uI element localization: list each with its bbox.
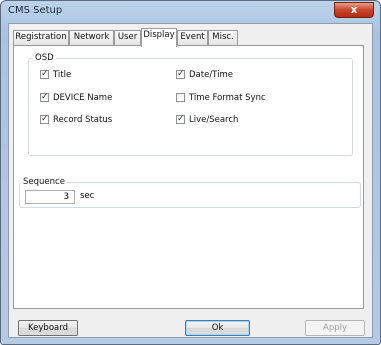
time-format-sync-check-icon bbox=[176, 93, 185, 102]
display-tab-panel: OSD Title Date/Time DEVICE Name Time For… bbox=[13, 45, 364, 309]
window-title: CMS Setup bbox=[8, 5, 63, 16]
close-icon: x bbox=[350, 3, 358, 16]
osd-group: OSD Title Date/Time DEVICE Name Time For… bbox=[28, 53, 353, 156]
record-status-label: Record Status bbox=[53, 115, 113, 125]
title-label: Title bbox=[53, 70, 72, 80]
tab-event[interactable]: Event bbox=[177, 30, 208, 45]
close-button[interactable]: x bbox=[334, 2, 374, 18]
device-name-check-icon bbox=[40, 92, 49, 103]
dialog-client-area: Registration Network User Display Event … bbox=[8, 23, 373, 338]
title-check-icon bbox=[40, 69, 49, 80]
sequence-group: Sequence 3 sec bbox=[19, 177, 361, 208]
time-format-sync-label: Time Format Sync bbox=[189, 93, 266, 103]
record-status-check-icon bbox=[40, 114, 49, 125]
device-name-label: DEVICE Name bbox=[53, 93, 113, 103]
sequence-input[interactable]: 3 bbox=[25, 190, 75, 204]
live-search-label: Live/Search bbox=[189, 115, 239, 125]
date-time-check-icon bbox=[176, 69, 185, 80]
keyboard-button[interactable]: Keyboard bbox=[18, 320, 78, 336]
apply-button[interactable]: Apply bbox=[305, 320, 365, 336]
sequence-legend: Sequence bbox=[21, 177, 67, 187]
cms-setup-window: CMS Setup x Registration Network User Di… bbox=[0, 0, 381, 345]
tab-registration[interactable]: Registration bbox=[13, 30, 69, 45]
tab-user[interactable]: User bbox=[114, 30, 141, 45]
date-time-label: Date/Time bbox=[189, 70, 233, 80]
title-bar[interactable]: CMS Setup x bbox=[1, 1, 380, 23]
tab-display[interactable]: Display bbox=[141, 28, 177, 47]
tab-network[interactable]: Network bbox=[69, 30, 114, 45]
tab-misc[interactable]: Misc. bbox=[208, 30, 238, 45]
live-search-check-icon bbox=[176, 114, 185, 125]
ok-button[interactable]: Ok bbox=[185, 320, 250, 336]
sequence-unit: sec bbox=[80, 191, 95, 201]
osd-legend: OSD bbox=[33, 53, 56, 63]
